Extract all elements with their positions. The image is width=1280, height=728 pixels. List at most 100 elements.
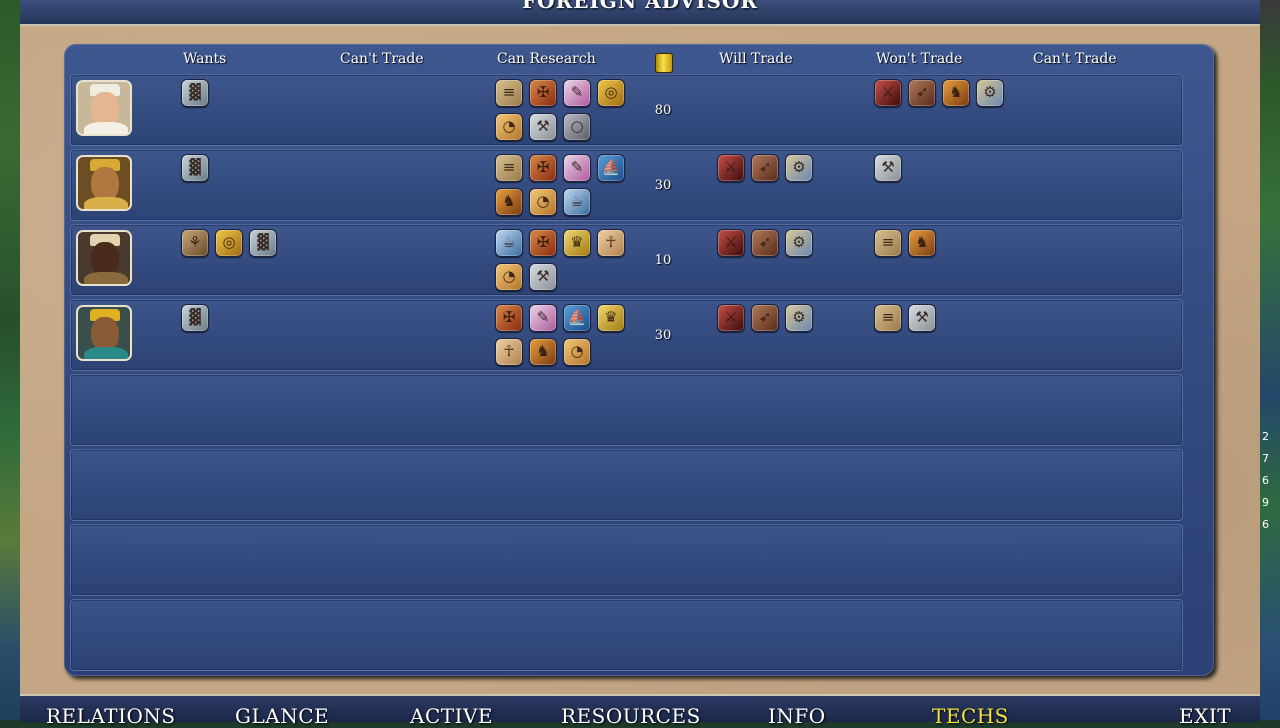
nav-relations[interactable]: RELATIONS xyxy=(46,704,176,728)
tech-icon-hunting[interactable]: ⚔ xyxy=(874,79,902,107)
tech-icon-compass[interactable]: ◔ xyxy=(495,113,523,141)
leader-row[interactable] xyxy=(70,299,1183,371)
tech-icon-hunting[interactable]: ⚔ xyxy=(717,304,745,332)
header-wont-trade: Won't Trade xyxy=(876,51,963,67)
screen-title: FOREIGN ADVISOR xyxy=(521,0,759,13)
tech-icon-archery[interactable]: ➶ xyxy=(908,79,936,107)
tech-icon-horseback-riding[interactable]: ♞ xyxy=(908,229,936,257)
sailing-glyph: ⛵ xyxy=(601,158,621,176)
gold-value: 80 xyxy=(654,103,672,118)
hunting-glyph: ⚔ xyxy=(724,308,738,326)
bottom-nav: RELATIONS GLANCE ACTIVE RESOURCES INFO T… xyxy=(20,694,1260,728)
tech-icon-bronze-working[interactable]: ≡ xyxy=(495,79,523,107)
tech-icon-writing[interactable]: ✎ xyxy=(563,154,591,182)
iron-working-glyph: ⚒ xyxy=(881,158,895,176)
tech-icon-compass[interactable]: ◔ xyxy=(495,263,523,291)
nav-active[interactable]: ACTIVE xyxy=(410,704,493,728)
nav-glance[interactable]: GLANCE xyxy=(235,704,329,728)
leader-portrait-inca-king[interactable] xyxy=(76,305,132,361)
sailing-glyph: ⛵ xyxy=(567,308,587,326)
bronze-working-glyph: ≡ xyxy=(502,158,516,176)
mining-glyph: ⚙ xyxy=(792,233,806,251)
tech-icon-archery[interactable]: ➶ xyxy=(751,229,779,257)
tech-icon-pottery[interactable]: ☕ xyxy=(495,229,523,257)
tech-icon-horseback-riding[interactable]: ♞ xyxy=(529,338,557,366)
tech-icon-mining[interactable]: ⚙ xyxy=(785,229,813,257)
leader-row[interactable] xyxy=(70,74,1183,146)
tech-icon-hunting[interactable]: ⚔ xyxy=(717,229,745,257)
leader-row[interactable] xyxy=(70,149,1183,221)
monarchy-glyph: ♛ xyxy=(604,308,618,326)
tech-icon-masonry[interactable]: ▓ xyxy=(181,79,209,107)
mining-glyph: ⚙ xyxy=(792,158,806,176)
horseback-riding-glyph: ♞ xyxy=(536,342,550,360)
tech-icon-compass[interactable]: ◔ xyxy=(529,188,557,216)
tech-icon-bronze-working[interactable]: ≡ xyxy=(495,154,523,182)
header-wants: Wants xyxy=(183,51,227,67)
tech-icon-iron-working[interactable]: ⚒ xyxy=(908,304,936,332)
tech-icon-iron-working[interactable]: ⚒ xyxy=(529,113,557,141)
nav-resources[interactable]: RESOURCES xyxy=(561,704,701,728)
tech-icon-sailing[interactable]: ⛵ xyxy=(597,154,625,182)
tech-icon-mining[interactable]: ⚙ xyxy=(785,154,813,182)
tech-icon-mysticism[interactable]: ✠ xyxy=(495,304,523,332)
pottery-glyph: ☕ xyxy=(570,192,584,210)
tech-icon-polytheism[interactable]: ☥ xyxy=(495,338,523,366)
tech-icon-currency[interactable]: ◎ xyxy=(215,229,243,257)
nav-info[interactable]: INFO xyxy=(768,704,826,728)
hunting-glyph: ⚔ xyxy=(724,233,738,251)
tech-icon-currency[interactable]: ◎ xyxy=(597,79,625,107)
compass-glyph: ◔ xyxy=(502,267,516,285)
tech-icon-writing[interactable]: ✎ xyxy=(563,79,591,107)
horseback-riding-glyph: ♞ xyxy=(915,233,929,251)
tech-icon-polytheism[interactable]: ☥ xyxy=(597,229,625,257)
tech-icon-bronze-working[interactable]: ≡ xyxy=(874,229,902,257)
tech-icon-horseback-riding[interactable]: ♞ xyxy=(495,188,523,216)
compass-glyph: ◔ xyxy=(502,117,516,135)
side-number: 9 xyxy=(1262,496,1269,509)
bronze-working-glyph: ≡ xyxy=(881,308,895,326)
archery-glyph: ➶ xyxy=(758,233,772,251)
hunting-glyph: ⚔ xyxy=(881,83,895,101)
tech-icon-writing[interactable]: ✎ xyxy=(529,304,557,332)
tech-icon-bronze-working[interactable]: ≡ xyxy=(874,304,902,332)
leader-portrait-african-king[interactable] xyxy=(76,230,132,286)
tech-icon-sailing[interactable]: ⛵ xyxy=(563,304,591,332)
side-number: 7 xyxy=(1262,452,1269,465)
tech-icon-pottery[interactable]: ☕ xyxy=(563,188,591,216)
tech-icon-iron-working[interactable]: ⚒ xyxy=(874,154,902,182)
tech-icon-masonry[interactable]: ▓ xyxy=(181,154,209,182)
tech-icon-mining[interactable]: ⚙ xyxy=(785,304,813,332)
horseback-riding-glyph: ♞ xyxy=(949,83,963,101)
tech-icon-the-wheel[interactable]: ○ xyxy=(563,113,591,141)
tech-icon-masonry[interactable]: ▓ xyxy=(249,229,277,257)
polytheism-glyph: ☥ xyxy=(605,233,617,251)
masonry-glyph: ▓ xyxy=(189,83,201,101)
tech-icon-mysticism[interactable]: ✠ xyxy=(529,154,557,182)
tech-icon-archery[interactable]: ➶ xyxy=(751,304,779,332)
tech-icon-monarchy[interactable]: ♛ xyxy=(597,304,625,332)
tech-icon-horseback-riding[interactable]: ♞ xyxy=(942,79,970,107)
archery-glyph: ➶ xyxy=(915,83,929,101)
monarchy-glyph: ♛ xyxy=(570,233,584,251)
tech-icon-monarchy[interactable]: ♛ xyxy=(563,229,591,257)
agriculture-glyph: ⚘ xyxy=(188,233,202,251)
leader-portrait-bearded-king[interactable] xyxy=(76,155,132,211)
empty-row xyxy=(70,524,1183,596)
tech-icon-masonry[interactable]: ▓ xyxy=(181,304,209,332)
tech-icon-mining[interactable]: ⚙ xyxy=(976,79,1004,107)
nav-techs[interactable]: TECHS xyxy=(932,704,1009,728)
nav-exit[interactable]: EXIT xyxy=(1179,704,1231,728)
leader-portrait-queen[interactable] xyxy=(76,80,132,136)
tech-icon-compass[interactable]: ◔ xyxy=(563,338,591,366)
tech-icon-hunting[interactable]: ⚔ xyxy=(717,154,745,182)
side-number: 2 xyxy=(1262,430,1269,443)
tech-icon-agriculture[interactable]: ⚘ xyxy=(181,229,209,257)
the-wheel-glyph: ○ xyxy=(570,117,584,135)
tech-icon-mysticism[interactable]: ✠ xyxy=(529,229,557,257)
tech-icon-iron-working[interactable]: ⚒ xyxy=(529,263,557,291)
masonry-glyph: ▓ xyxy=(257,233,269,251)
tech-icon-mysticism[interactable]: ✠ xyxy=(529,79,557,107)
empty-row xyxy=(70,449,1183,521)
tech-icon-archery[interactable]: ➶ xyxy=(751,154,779,182)
